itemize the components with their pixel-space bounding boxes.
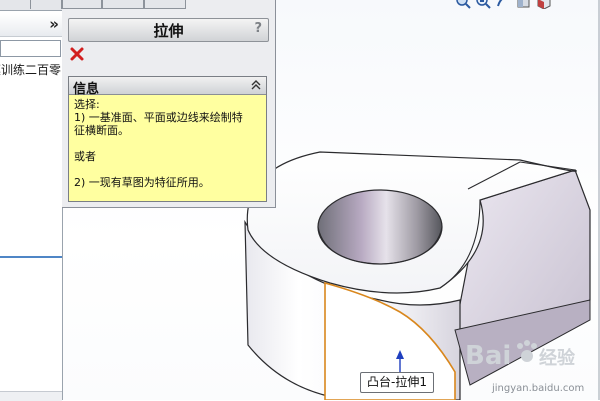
extrude-property-manager: 拉伸 ? 信息 选择: 1) 一基准面、平面或边线来绘制特 征横断面。 或者 2… [62,0,276,208]
message-title: 信息 [73,82,100,97]
section-view-icon[interactable] [515,0,532,9]
message-box: 信息 选择: 1) 一基准面、平面或边线来绘制特 征横断面。 或者 2) 一现有… [68,76,267,202]
message-body: 选择: 1) 一基准面、平面或边线来绘制特 征横断面。 或者 2) 一现有草图为… [74,98,262,189]
message-line: 2) 一现有草图为特征所用。 [74,176,210,189]
tab-property-manager[interactable] [31,0,62,9]
message-line: 征横断面。 [74,124,129,137]
previous-view-icon[interactable] [495,0,512,9]
zoom-to-fit-icon[interactable] [455,0,472,9]
feature-manager-tabs [0,0,62,11]
tree-header: » [0,14,62,37]
tree-filter-input[interactable] [0,40,61,57]
baidu-watermark-logo: Bai 经验 [465,340,576,371]
heads-up-view-toolbar [455,0,552,9]
tree-root-label: 莫训练二百零 [0,63,61,77]
message-line: 1) 一基准面、平面或边线来绘制特 [74,111,243,124]
tree-root-item[interactable]: 莫训练二百零 [0,61,62,77]
message-header[interactable]: 信息 [69,77,266,97]
tab-feature-manager[interactable] [0,0,31,9]
watermark-brand: Bai [465,341,511,371]
pm-title-bar: 拉伸 ? [68,18,269,42]
zoom-area-icon[interactable] [475,0,492,9]
view-orientation-icon[interactable] [535,0,552,9]
pm-title: 拉伸 [153,22,184,40]
feature-manager-tree: » 莫训练二百零 [0,0,63,401]
feature-callout[interactable]: 凸台-拉伸1 [360,372,434,393]
property-manager-tabs [62,0,275,10]
rollback-bar[interactable] [0,256,62,258]
collapse-panel-button[interactable]: » [49,15,59,33]
pm-tab-1[interactable] [62,0,102,9]
paw-icon [517,340,537,362]
message-line: 选择: [74,98,100,111]
help-button[interactable]: ? [254,21,262,36]
close-icon[interactable] [69,46,85,62]
watermark-brand-cn: 经验 [539,347,576,369]
watermark-url: jingyan.baidu.com [492,383,585,394]
message-line: 或者 [74,150,96,163]
pm-tab-3[interactable] [144,0,186,9]
pm-tab-2[interactable] [102,0,144,9]
collapse-icon[interactable] [250,79,262,91]
